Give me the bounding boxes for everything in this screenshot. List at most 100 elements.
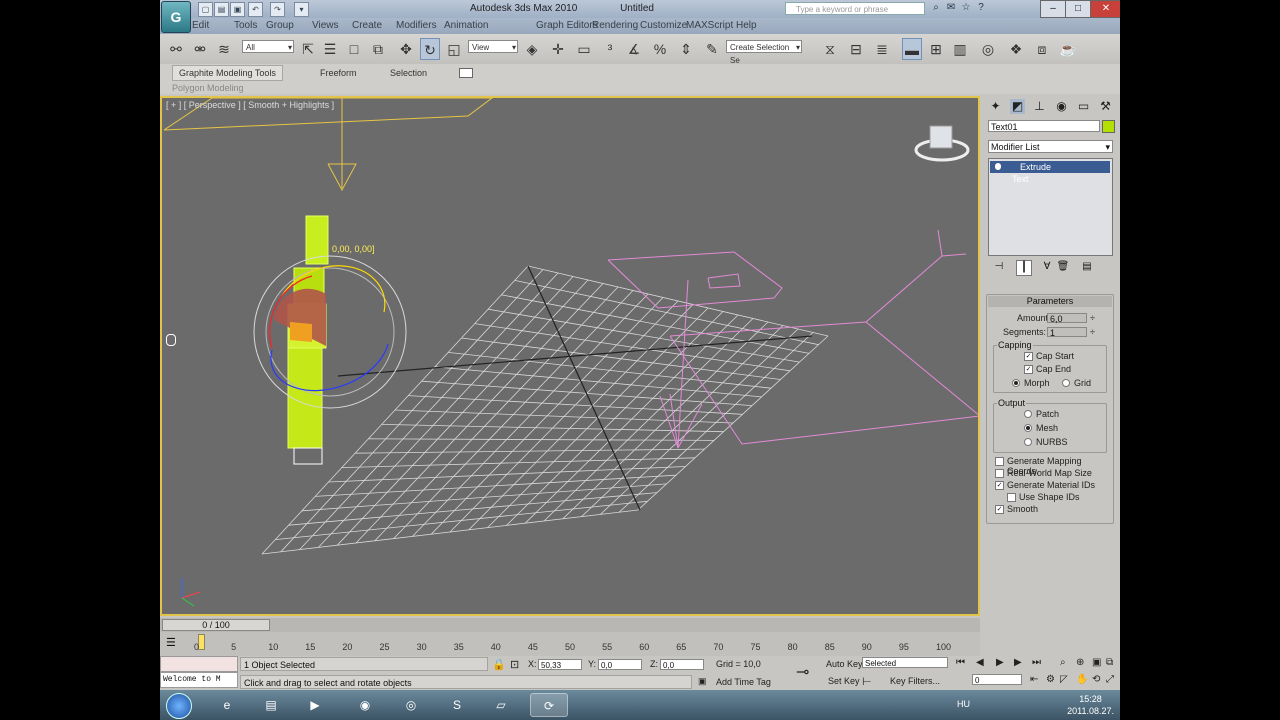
undo-icon[interactable]: ↶ — [248, 2, 263, 17]
maxscript-listener[interactable]: Welcome to M — [160, 672, 238, 688]
show-end-result-icon[interactable]: ┃ — [1016, 260, 1032, 276]
tab-graphite-modeling-tools[interactable]: Graphite Modeling Tools — [172, 65, 283, 81]
reference-coordinate-dropdown[interactable]: View — [468, 40, 518, 54]
scale-icon[interactable]: ◱ — [444, 38, 464, 60]
generate-material-ids-checkbox[interactable]: ✓ — [995, 481, 1004, 490]
menu-views[interactable]: Views — [312, 20, 339, 31]
viewcube-icon[interactable] — [914, 125, 970, 162]
track-bar[interactable]: ☰ 0 5 10 15 20 25 30 35 40 45 50 55 60 65 70 75 80 85 90 95… — [160, 632, 980, 656]
maximize-viewport-icon[interactable]: ⤢ — [1106, 674, 1114, 685]
menu-customize[interactable]: Customize — [640, 20, 687, 31]
menu-rendering[interactable]: Rendering — [592, 20, 638, 31]
menu-edit[interactable]: Edit — [192, 20, 209, 31]
project-folder-icon[interactable]: ▾ — [294, 2, 309, 17]
absolute-mode-icon[interactable]: ⊡ — [510, 658, 519, 671]
minimize-button[interactable]: – — [1040, 0, 1066, 18]
named-selection-dropdown[interactable]: Create Selection Se — [726, 40, 802, 65]
time-configuration-icon[interactable]: ⚙ — [1046, 674, 1055, 685]
system-clock[interactable]: 15:28 2011.08.27. — [1067, 693, 1114, 717]
pivot-center-icon[interactable]: ◈ — [522, 38, 542, 60]
save-file-icon[interactable]: ▣ — [230, 2, 245, 17]
grid-radio[interactable] — [1062, 379, 1070, 387]
schematic-view-icon[interactable]: ⊞ — [926, 38, 946, 60]
tab-selection[interactable]: Selection — [390, 68, 427, 78]
prev-frame-icon[interactable]: ◀ — [976, 657, 984, 668]
auto-key-button[interactable]: Auto Key — [826, 659, 863, 669]
generate-mapping-checkbox[interactable] — [995, 457, 1004, 466]
set-key-button[interactable]: Set Key — [828, 676, 860, 686]
percent-snap-icon[interactable]: % — [650, 38, 670, 60]
taskbar-media-player-icon[interactable]: ▶ — [296, 693, 334, 717]
search-input[interactable]: Type a keyword or phrase — [785, 2, 925, 15]
render-setup-icon[interactable]: ◎ — [978, 38, 998, 60]
morph-radio[interactable] — [1012, 379, 1020, 387]
make-unique-icon[interactable]: ∀ — [1040, 260, 1054, 274]
parameters-rollout-header[interactable]: Parameters — [988, 296, 1112, 307]
move-icon[interactable]: ✥ — [396, 38, 416, 60]
zoom-extents-all-icon[interactable]: ⧉ — [1106, 657, 1113, 668]
rotate-gizmo[interactable] — [253, 255, 407, 409]
lightbulb-icon[interactable] — [995, 163, 1001, 170]
manipulate-icon[interactable]: ✛ — [548, 38, 568, 60]
unlink-icon[interactable]: ⚮ — [190, 38, 210, 60]
goto-end-icon[interactable]: ⏭ — [1032, 657, 1041, 668]
play-icon[interactable]: ▶ — [996, 657, 1004, 668]
field-of-view-icon[interactable]: ◸ — [1060, 674, 1068, 685]
mesh-radio[interactable] — [1024, 424, 1032, 432]
goto-start-icon[interactable]: ⏮ — [956, 657, 965, 668]
menu-animation[interactable]: Animation — [444, 20, 488, 31]
segments-spinner[interactable]: 1 — [1047, 327, 1095, 338]
time-tag-icon[interactable]: ▣ — [698, 676, 707, 687]
taskbar-3dsmax-icon[interactable]: ⟳ — [530, 693, 568, 717]
display-tab-icon[interactable]: ▭ — [1076, 99, 1091, 114]
rectangle-selection-icon[interactable]: □ — [344, 38, 364, 60]
use-shape-ids-checkbox[interactable] — [1007, 493, 1016, 502]
menu-create[interactable]: Create — [352, 20, 382, 31]
rotate-icon[interactable]: ↻ — [420, 38, 440, 60]
patch-radio[interactable] — [1024, 410, 1032, 418]
z-coord-field[interactable]: 0,0 — [660, 659, 704, 670]
edit-named-selection-icon[interactable]: ✎ — [702, 38, 722, 60]
pan-icon[interactable]: ✋ — [1076, 674, 1088, 685]
time-slider[interactable]: 0 / 100 — [160, 618, 980, 632]
perspective-viewport[interactable]: [ + ] [ Perspective ] [ Smooth + Highlig… — [160, 96, 980, 616]
set-key-icon[interactable]: ⊢ — [862, 675, 872, 688]
smooth-checkbox[interactable]: ✓ — [995, 505, 1004, 514]
cap-start-checkbox[interactable]: ✓ — [1024, 352, 1033, 361]
zoom-all-icon[interactable]: ⊕ — [1076, 657, 1084, 668]
select-object-icon[interactable]: ⇱ — [298, 38, 318, 60]
utilities-tab-icon[interactable]: ⚒ — [1098, 99, 1113, 114]
key-filters-button[interactable]: Key Filters... — [890, 676, 940, 686]
viewport-label[interactable]: [ + ] [ Perspective ] [ Smooth + Highlig… — [166, 100, 334, 110]
hierarchy-tab-icon[interactable]: ⊥ — [1032, 99, 1047, 114]
modifier-list-dropdown[interactable]: Modifier List — [988, 140, 1113, 154]
extruded-text-object[interactable] — [274, 215, 329, 465]
taskbar-app-icon[interactable]: ▱ — [482, 693, 520, 717]
star-icon[interactable]: ☆ — [960, 2, 972, 14]
selection-filter-dropdown[interactable]: All — [242, 40, 294, 54]
taskbar-explorer-icon[interactable]: ▤ — [252, 693, 290, 717]
taskbar-firefox-icon[interactable]: ◉ — [346, 693, 384, 717]
help-icon[interactable]: ? — [975, 2, 987, 14]
new-file-icon[interactable]: ▢ — [198, 2, 213, 17]
zoom-icon[interactable]: ⌕ — [1060, 657, 1066, 668]
menu-help[interactable]: Help — [736, 20, 757, 31]
pin-stack-icon[interactable]: ⊣ — [992, 260, 1006, 274]
remove-modifier-icon[interactable]: 🗑 — [1056, 260, 1070, 274]
mini-curve-editor-icon[interactable]: ☰ — [166, 636, 176, 649]
y-coord-field[interactable]: 0,0 — [598, 659, 642, 670]
close-button[interactable]: ✕ — [1090, 0, 1120, 18]
maxscript-listener-top[interactable] — [160, 656, 238, 672]
material-editor-icon[interactable]: ▥ — [950, 38, 970, 60]
taskbar-ie-icon[interactable]: e — [208, 693, 246, 717]
binoculars-icon[interactable]: ⌕ — [930, 2, 942, 14]
keyboard-shortcut-icon[interactable]: ▭ — [574, 38, 594, 60]
taskbar-chrome-icon[interactable]: ◎ — [392, 693, 430, 717]
x-coord-field[interactable]: 50,33 — [538, 659, 582, 670]
key-mode-icon[interactable]: ⇤ — [1030, 674, 1038, 685]
tab-freeform[interactable]: Freeform — [320, 68, 357, 78]
select-by-name-icon[interactable]: ☰ — [320, 38, 340, 60]
menu-maxscript[interactable]: MAXScript — [686, 20, 733, 31]
create-tab-icon[interactable]: ✦ — [988, 99, 1003, 114]
nurbs-radio[interactable] — [1024, 438, 1032, 446]
